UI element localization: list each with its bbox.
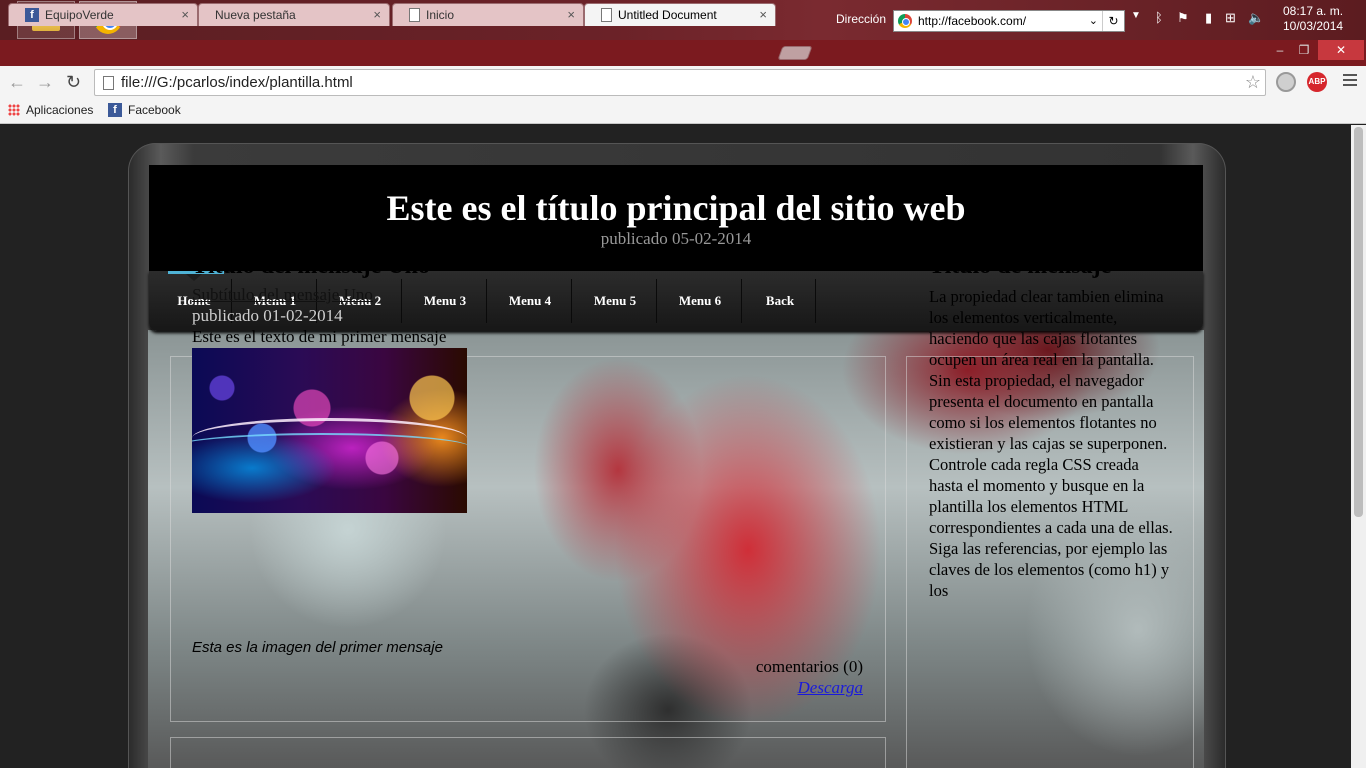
nav-menu-3[interactable]: Menu 3 bbox=[403, 271, 487, 331]
chevron-down-icon[interactable]: ⌄ bbox=[1089, 14, 1098, 27]
new-tab-button[interactable] bbox=[777, 46, 813, 60]
vertical-scrollbar[interactable] bbox=[1351, 125, 1366, 768]
taskbar-address-field[interactable]: http://facebook.com/ ⌄ ↻ bbox=[893, 10, 1125, 32]
post-text: Este es el texto de mi primer mensaje bbox=[192, 327, 447, 346]
refresh-icon[interactable]: ↻ bbox=[1102, 11, 1124, 31]
bookmark-star-icon[interactable]: ☆ bbox=[1245, 72, 1261, 93]
tab-inicio[interactable]: Inicio × bbox=[392, 3, 584, 26]
bookmark-label: Aplicaciones bbox=[26, 103, 94, 117]
nav-menu-5[interactable]: Menu 5 bbox=[573, 271, 657, 331]
post-subtitle-link[interactable]: Subtítulo del mensaje Uno bbox=[192, 285, 373, 305]
minimize-button[interactable]: – bbox=[1268, 40, 1292, 60]
maximize-button[interactable]: ❐ bbox=[1292, 40, 1316, 60]
tab-label: Untitled Document bbox=[618, 8, 717, 22]
flag-icon[interactable]: ⚑ bbox=[1177, 10, 1189, 26]
post-image bbox=[192, 348, 467, 513]
reload-icon[interactable]: ↻ bbox=[66, 72, 81, 92]
nav-menu-6[interactable]: Menu 6 bbox=[658, 271, 742, 331]
nav-separator bbox=[401, 279, 402, 323]
bookmark-facebook[interactable]: f Facebook bbox=[108, 103, 181, 117]
clock-date: 10/03/2014 bbox=[1283, 19, 1344, 33]
sidebar-title: Titulo de mensaje bbox=[929, 253, 1112, 279]
nav-menu-4[interactable]: Menu 4 bbox=[488, 271, 572, 331]
close-window-button[interactable]: ✕ bbox=[1318, 40, 1364, 60]
url-bar[interactable]: file:///G:/pcarlos/index/plantilla.html … bbox=[94, 69, 1266, 96]
nav-separator bbox=[486, 279, 487, 323]
bookmarks-bar: Aplicaciones f Facebook bbox=[0, 99, 1366, 124]
nav-separator bbox=[571, 279, 572, 323]
image-caption: Esta es la imagen del primer mensaje bbox=[192, 639, 443, 656]
system-clock[interactable]: 08:17 a. m. 10/03/2014 bbox=[1283, 4, 1343, 34]
facebook-icon: f bbox=[108, 103, 122, 117]
post-date: publicado 01-02-2014 bbox=[192, 306, 343, 325]
sidebar-text: La propiedad clear tambien elimina los e… bbox=[929, 287, 1173, 600]
comments-count: comentarios (0) bbox=[755, 657, 863, 676]
page-icon bbox=[409, 8, 420, 22]
battery-icon[interactable]: ▮ bbox=[1205, 10, 1212, 26]
tab-strip bbox=[0, 40, 1366, 66]
tab-untitled-document[interactable]: Untitled Document × bbox=[584, 3, 776, 26]
bookmark-aplicaciones[interactable]: Aplicaciones bbox=[8, 103, 93, 117]
network-icon[interactable]: ⊞ bbox=[1225, 10, 1236, 26]
address-label: Dirección bbox=[836, 12, 887, 26]
nav-back[interactable]: Back bbox=[743, 271, 817, 331]
site-title: Este es el título principal del sitio we… bbox=[386, 188, 966, 228]
page-icon bbox=[103, 76, 114, 90]
tab-equipoverde[interactable]: f EquipoVerde × bbox=[8, 3, 198, 26]
bookmark-label: Facebook bbox=[128, 103, 181, 117]
close-tab-icon[interactable]: × bbox=[373, 7, 381, 22]
facebook-icon: f bbox=[25, 8, 39, 22]
tab-label: Inicio bbox=[426, 8, 455, 22]
apps-icon bbox=[8, 104, 20, 116]
close-tab-icon[interactable]: × bbox=[567, 7, 575, 22]
tab-nueva-pestana[interactable]: Nueva pestaña × bbox=[198, 3, 390, 26]
bluetooth-icon[interactable]: ᛒ bbox=[1155, 10, 1163, 25]
taskbar-address-value: http://facebook.com/ bbox=[918, 14, 1027, 28]
nav-separator bbox=[741, 279, 742, 323]
forward-arrow-icon[interactable]: → bbox=[36, 72, 54, 92]
browser-toolbar: ← → ↻ file:///G:/pcarlos/index/plantilla… bbox=[0, 66, 1366, 99]
page-icon bbox=[601, 8, 612, 22]
post-title: Título del mensaje Uno bbox=[192, 253, 431, 279]
post-box bbox=[170, 737, 886, 768]
close-tab-icon[interactable]: × bbox=[181, 7, 189, 22]
dropdown-arrow-icon[interactable]: ▼ bbox=[1131, 10, 1141, 21]
power-icon[interactable] bbox=[1276, 72, 1296, 92]
chrome-menu-icon[interactable] bbox=[1343, 74, 1357, 89]
tab-label: EquipoVerde bbox=[45, 8, 114, 22]
chrome-icon bbox=[898, 14, 912, 28]
close-tab-icon[interactable]: × bbox=[759, 7, 767, 22]
url-text: file:///G:/pcarlos/index/plantilla.html bbox=[121, 74, 353, 91]
tab-label: Nueva pestaña bbox=[215, 8, 296, 22]
nav-separator bbox=[656, 279, 657, 323]
nav-separator bbox=[815, 279, 816, 323]
site-date: publicado 05-02-2014 bbox=[600, 229, 752, 248]
scrollbar-thumb[interactable] bbox=[1354, 127, 1363, 517]
light-wave bbox=[192, 433, 467, 463]
volume-icon[interactable]: 🔈 bbox=[1248, 10, 1264, 26]
adblock-icon[interactable]: ABP bbox=[1307, 72, 1327, 92]
back-arrow-icon[interactable]: ← bbox=[8, 72, 26, 92]
download-link[interactable]: Descarga bbox=[798, 678, 863, 698]
clock-time: 08:17 a. m. bbox=[1283, 4, 1344, 18]
